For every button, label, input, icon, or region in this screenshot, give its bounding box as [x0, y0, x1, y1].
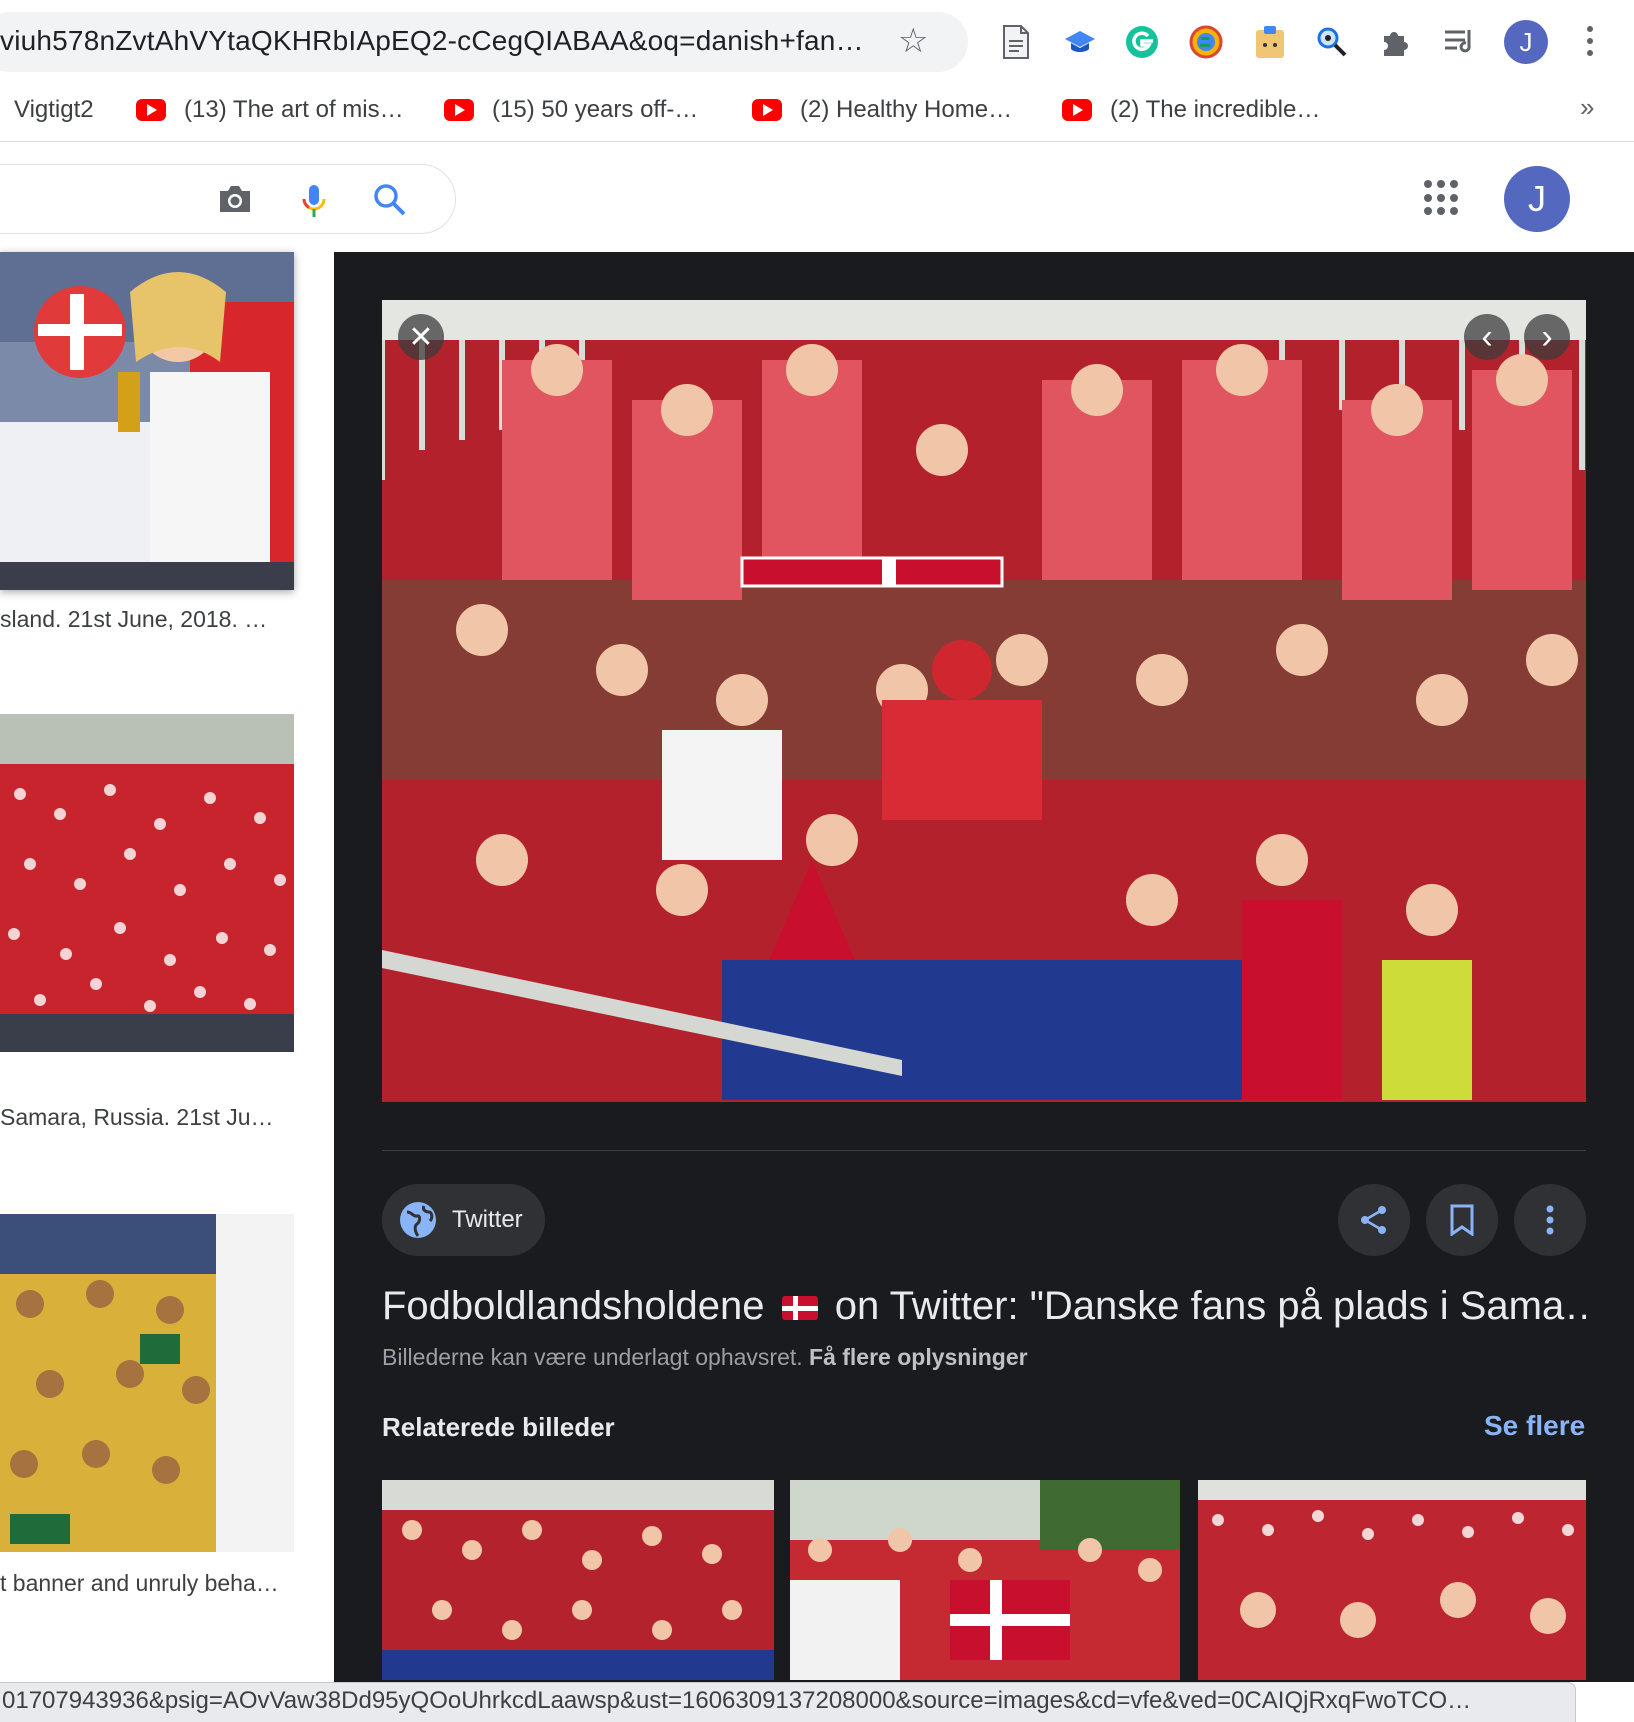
danish-fans-photo: [382, 300, 1586, 1102]
browser-menu-icon[interactable]: [1580, 22, 1600, 62]
browser-profile-avatar[interactable]: J: [1504, 20, 1548, 64]
globe-icon: [400, 1202, 436, 1238]
chevron-left-icon[interactable]: ‹: [1464, 314, 1510, 360]
youtube-icon: [136, 99, 166, 121]
camera-icon[interactable]: [217, 183, 251, 217]
bookmark-icon[interactable]: [1426, 1184, 1498, 1256]
divider: [382, 1150, 1586, 1151]
bookmark-vigtigt2[interactable]: Vigtigt2: [14, 96, 94, 124]
bookmark-label: (15) 50 years off-…: [492, 96, 699, 123]
bookmarks-overflow-button[interactable]: »: [1580, 92, 1594, 123]
related-photo-flag-fans: [790, 1480, 1180, 1680]
close-icon[interactable]: ✕: [398, 314, 444, 360]
microphone-icon[interactable]: [297, 183, 331, 217]
result-image-australian-fans[interactable]: [0, 1214, 216, 1552]
crowd-stadium-photo: [0, 714, 294, 1052]
see-more-link[interactable]: Se flere: [1484, 1410, 1585, 1442]
bookmark-label: (2) The incredible…: [1110, 96, 1321, 123]
source-link[interactable]: Twitter: [382, 1184, 545, 1256]
more-info-link[interactable]: Få flere oplysninger: [809, 1344, 1028, 1370]
search-bird-extension-icon[interactable]: [1312, 22, 1352, 62]
google-account-avatar[interactable]: J: [1504, 166, 1570, 232]
address-bar[interactable]: viuh578nZvtAhVYtaQKHRbIApEQ2-cCegQIABAA&…: [0, 12, 968, 72]
graduation-cap-icon[interactable]: [1060, 22, 1100, 62]
related-images-heading: Relaterede billeder: [382, 1412, 615, 1442]
preview-title-prefix: Fodboldlandsholdene: [382, 1284, 765, 1328]
globe-extension-icon[interactable]: [1186, 22, 1226, 62]
bookmark-label: (13) The art of mis…: [184, 96, 404, 123]
more-options-icon[interactable]: [1514, 1184, 1586, 1256]
browser-toolbar: viuh578nZvtAhVYtaQKHRbIApEQ2-cCegQIABAA&…: [0, 0, 1634, 142]
australian-fans-photo: [0, 1214, 216, 1552]
related-photo-crowd: [1198, 1480, 1586, 1680]
youtube-icon: [1062, 99, 1092, 121]
search-icon[interactable]: [373, 183, 407, 217]
document-icon[interactable]: [996, 22, 1036, 62]
bookmark-label: Vigtigt2: [14, 96, 94, 123]
address-bar-url[interactable]: viuh578nZvtAhVYtaQKHRbIApEQ2-cCegQIABAA&…: [0, 25, 864, 57]
bookmark-youtube-4[interactable]: (2) The incredible…: [1062, 96, 1320, 124]
related-image-2[interactable]: [790, 1480, 1180, 1680]
youtube-icon: [444, 99, 474, 121]
result-caption[interactable]: Samara, Russia. 21st Ju…: [0, 1104, 274, 1131]
related-image-3[interactable]: [1198, 1480, 1586, 1680]
result-image-crowd-stadium[interactable]: [0, 714, 294, 1052]
result-image-fans-face-paint[interactable]: [0, 252, 294, 590]
youtube-icon: [752, 99, 782, 121]
results-column: sland. 21st June, 2018. … Samara, Russia…: [0, 252, 334, 1682]
bookmark-youtube-1[interactable]: (13) The art of mis…: [136, 96, 404, 124]
denmark-flag-icon: [781, 1296, 818, 1321]
bookmark-label: (2) Healthy Home…: [800, 96, 1013, 123]
preview-image[interactable]: ✕ ‹ ›: [382, 300, 1586, 1102]
preview-title[interactable]: Fodboldlandsholdene on Twitter: "Danske …: [382, 1284, 1586, 1329]
fans-face-paint-photo: [0, 252, 294, 590]
related-photo-stadium-fans: [382, 1480, 774, 1680]
copyright-notice: Billederne kan være underlagt ophavsret.…: [382, 1344, 1028, 1371]
image-preview-panel: ✕ ‹ › Twitter Fodboldlandsholdene on Twi…: [334, 252, 1634, 1682]
related-image-1[interactable]: [382, 1480, 774, 1680]
clipboard-extension-icon[interactable]: [1250, 22, 1290, 62]
result-caption[interactable]: sland. 21st June, 2018. …: [0, 606, 267, 633]
bookmark-youtube-2[interactable]: (15) 50 years off-…: [444, 96, 698, 124]
search-box[interactable]: [0, 164, 456, 234]
result-image-placeholder: [216, 1214, 294, 1552]
grammarly-icon[interactable]: [1122, 22, 1162, 62]
bookmark-star-icon[interactable]: ☆: [898, 24, 928, 58]
status-bar-url: 01707943936&psig=AOvVaw38Dd95yQOoUhrkcdL…: [0, 1682, 1576, 1722]
preview-title-suffix: on Twitter: "Danske fans på plads i Sama…: [834, 1284, 1586, 1328]
media-queue-icon[interactable]: [1440, 22, 1480, 62]
copyright-text: Billederne kan være underlagt ophavsret.: [382, 1344, 803, 1370]
share-icon[interactable]: [1338, 1184, 1410, 1256]
extensions-puzzle-icon[interactable]: [1376, 22, 1416, 62]
google-apps-icon[interactable]: [1424, 180, 1460, 216]
bookmarks-bar: Vigtigt2 (13) The art of mis… (15) 50 ye…: [0, 90, 1634, 130]
bookmark-youtube-3[interactable]: (2) Healthy Home…: [752, 96, 1012, 124]
chevron-right-icon[interactable]: ›: [1524, 314, 1570, 360]
source-label: Twitter: [452, 1206, 523, 1233]
result-caption[interactable]: t banner and unruly beha…: [0, 1570, 279, 1597]
